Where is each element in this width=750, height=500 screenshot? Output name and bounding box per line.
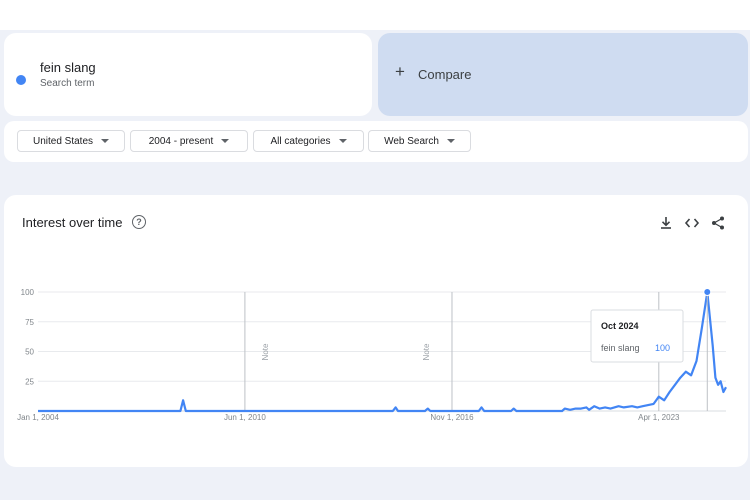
interest-over-time-card: Interest over time ? 25 50 75 100 Jan 1, 200…	[4, 195, 748, 467]
note-label: Note	[261, 343, 270, 360]
x-tick-label: Apr 1, 2023	[638, 413, 680, 422]
search-term-card[interactable]: fein slang Search term	[4, 33, 372, 116]
search-term-sublabel: Search term	[40, 78, 95, 89]
x-tick-label: Nov 1, 2016	[430, 413, 474, 422]
category-filter[interactable]: All categories	[253, 130, 364, 152]
search-type-filter[interactable]: Web Search	[368, 130, 471, 152]
hover-point	[703, 288, 712, 296]
plus-icon: +	[395, 62, 405, 81]
compare-button[interactable]: + Compare	[378, 33, 748, 116]
interest-line-chart: 25 50 75 100 Jan 1, 2004 Jun 1, 2010 Nov 1, 20…	[17, 288, 727, 422]
y-tick-label: 75	[25, 318, 34, 327]
search-type-filter-label: Web Search	[384, 135, 439, 147]
chevron-down-icon	[446, 139, 455, 143]
time-range-filter-label: 2004 - present	[148, 135, 214, 147]
x-tick-label: Jan 1, 2004	[17, 413, 59, 422]
tooltip-series: fein slang	[601, 343, 640, 353]
y-tick-label: 100	[21, 288, 35, 297]
note-label: Note	[422, 343, 431, 360]
region-filter-label: United States	[32, 135, 94, 147]
compare-label: Compare	[418, 67, 472, 82]
time-range-filter[interactable]: 2004 - present	[130, 130, 248, 152]
filter-bar: United States 2004 - present All categor…	[4, 121, 748, 162]
x-tick-label: Jun 1, 2010	[224, 413, 266, 422]
top-strip	[0, 0, 750, 30]
chevron-down-icon	[221, 139, 230, 143]
category-filter-label: All categories	[270, 135, 331, 147]
tooltip-date: Oct 2024	[601, 321, 639, 331]
chevron-down-icon	[101, 139, 110, 143]
y-tick-label: 50	[25, 348, 34, 357]
tooltip-value: 100	[655, 343, 670, 353]
term-color-dot	[16, 75, 26, 85]
y-tick-label: 25	[25, 377, 34, 386]
chevron-down-icon	[338, 139, 347, 143]
search-term-label: fein slang	[40, 60, 96, 75]
region-filter[interactable]: United States	[17, 130, 125, 152]
tooltip-box	[590, 309, 684, 363]
